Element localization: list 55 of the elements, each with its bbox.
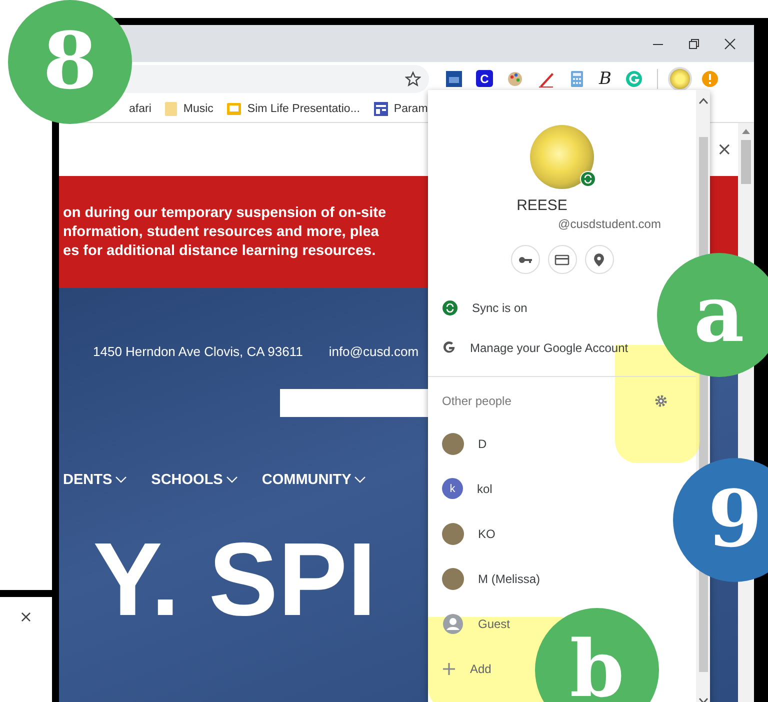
photo-avatar (442, 568, 464, 590)
email-link[interactable]: info@cusd.com (328, 344, 419, 359)
restore-icon[interactable] (688, 38, 700, 50)
palette-icon[interactable] (506, 70, 524, 88)
scroll-up-icon[interactable] (698, 98, 708, 104)
nav-menu-item[interactable]: DENTS (63, 472, 128, 488)
location-icon (591, 252, 607, 268)
close-button[interactable]: × (716, 139, 732, 160)
c-letter-icon[interactable]: C (476, 70, 493, 87)
person-row[interactable]: KO (428, 511, 500, 556)
person-row[interactable]: Guest (428, 601, 514, 646)
person-row[interactable]: M (Melissa) (428, 556, 544, 601)
bookmark-link[interactable]: Sim Life Presentatio... (247, 102, 360, 114)
profile-name: REESE (516, 197, 568, 214)
card-button[interactable] (548, 245, 576, 274)
photo-avatar (442, 432, 464, 454)
plus-icon (442, 662, 456, 676)
hero-heading: Y. SPI (92, 528, 376, 632)
settings-icon[interactable] (654, 394, 668, 408)
address-text: 1450 Herndon Ave Clovis, CA 93611 (93, 344, 303, 359)
sync-icon (442, 300, 458, 316)
star-icon[interactable] (405, 70, 421, 86)
bookmark-link[interactable]: Param (394, 102, 428, 114)
guest-avatar-icon (442, 612, 464, 634)
profile-email: @cusdstudent.com (558, 217, 661, 231)
photo-avatar (442, 522, 464, 544)
bookmark-link[interactable]: afari (129, 102, 152, 114)
key-button[interactable] (510, 245, 540, 274)
section-heading: Other people (442, 394, 512, 408)
form-icon[interactable] (372, 100, 389, 116)
chevron-down-icon (354, 476, 366, 484)
close-icon[interactable] (724, 38, 736, 50)
chevron-down-icon (226, 476, 238, 484)
calendar-icon[interactable] (445, 70, 463, 88)
nav-menu-item[interactable]: SCHOOLS (151, 472, 238, 488)
location-button[interactable] (584, 245, 614, 274)
toolbar-divider (656, 68, 658, 88)
sync-row[interactable]: Sync is on (428, 288, 532, 328)
nav-menu-item[interactable]: COMMUNITY (262, 472, 366, 488)
sync-badge-icon (580, 171, 596, 187)
google-g-icon (442, 341, 456, 355)
b-letter-icon[interactable]: B (599, 70, 612, 88)
chevron-down-icon (115, 476, 128, 484)
person-row[interactable]: D (428, 421, 491, 466)
add-person-row[interactable]: Add (428, 646, 496, 691)
letter-avatar: k (442, 478, 463, 499)
banner-text: on during our temporary suspension of on-site (63, 204, 386, 222)
banner-text: nformation, student resources and more, plea (63, 223, 379, 241)
scroll-up-icon[interactable] (742, 129, 750, 134)
close-button[interactable]: × (17, 607, 35, 627)
banner-text: es for additional distance learning resources. (63, 242, 376, 260)
person-row[interactable]: k kol (428, 466, 496, 511)
bookmark-link[interactable]: Music (183, 102, 214, 114)
calculator-icon[interactable] (568, 70, 586, 88)
manage-account-row[interactable]: Manage your Google Account (428, 328, 632, 368)
